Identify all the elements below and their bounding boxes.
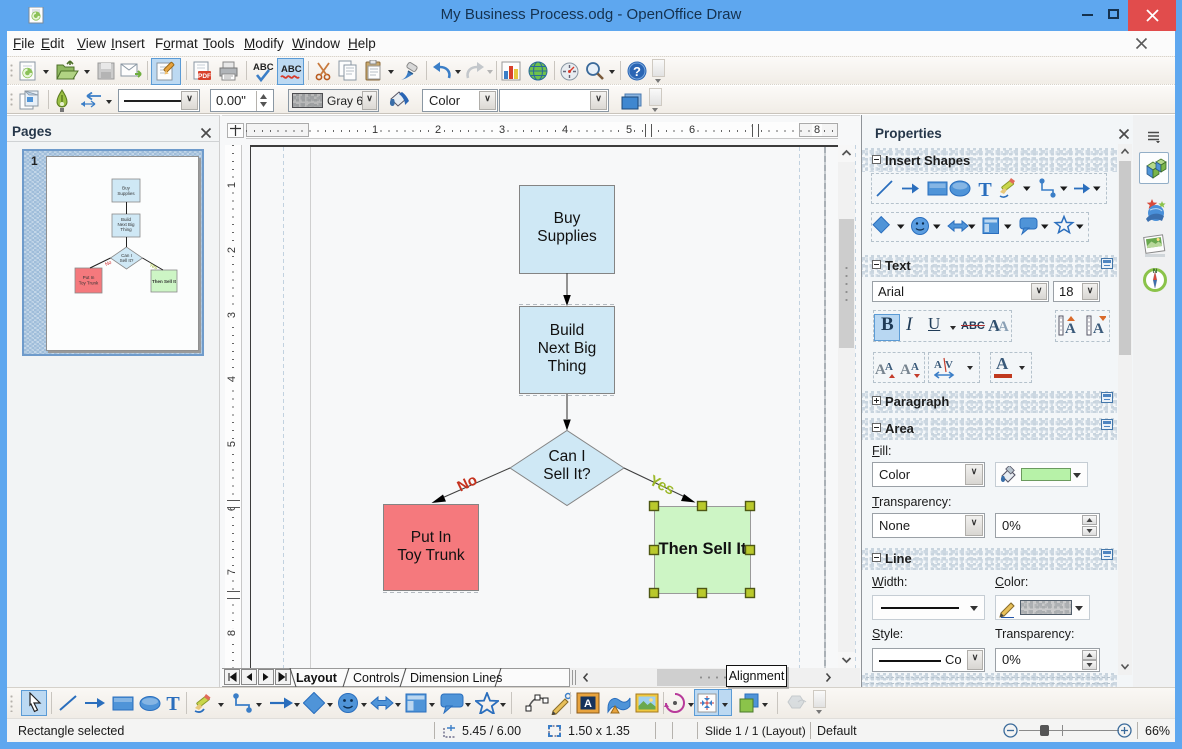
svg-text:No: No <box>104 260 113 268</box>
svg-text:T: T <box>166 693 180 714</box>
svg-text:A: A <box>584 698 592 710</box>
svg-text:?: ? <box>633 64 641 79</box>
svg-text:A: A <box>900 362 911 378</box>
svg-text:A: A <box>911 361 919 373</box>
svg-text:ABC: ABC <box>281 64 302 75</box>
svg-text:Buy: Buy <box>122 186 131 191</box>
svg-text:N: N <box>1153 269 1157 275</box>
svg-text:ABC: ABC <box>253 62 274 73</box>
svg-text:T: T <box>978 179 992 201</box>
svg-text:Yes: Yes <box>646 472 677 499</box>
svg-text:A: A <box>1065 321 1076 337</box>
svg-text:No: No <box>455 471 480 495</box>
svg-text:Put In: Put In <box>83 275 95 280</box>
svg-text:Thing: Thing <box>120 227 132 232</box>
svg-text:A: A <box>934 359 942 371</box>
svg-text:Supplies: Supplies <box>117 191 135 196</box>
svg-text:A: A <box>885 361 893 373</box>
svg-text:Toy Trunk: Toy Trunk <box>79 281 99 286</box>
svg-text:A: A <box>1093 321 1104 337</box>
svg-text:PDF: PDF <box>198 73 211 80</box>
svg-text:Sell It?: Sell It? <box>543 466 591 483</box>
svg-text:Then Sell It: Then Sell It <box>152 279 177 284</box>
svg-text:Sell It?: Sell It? <box>120 258 134 263</box>
svg-text:Can I: Can I <box>548 448 585 465</box>
